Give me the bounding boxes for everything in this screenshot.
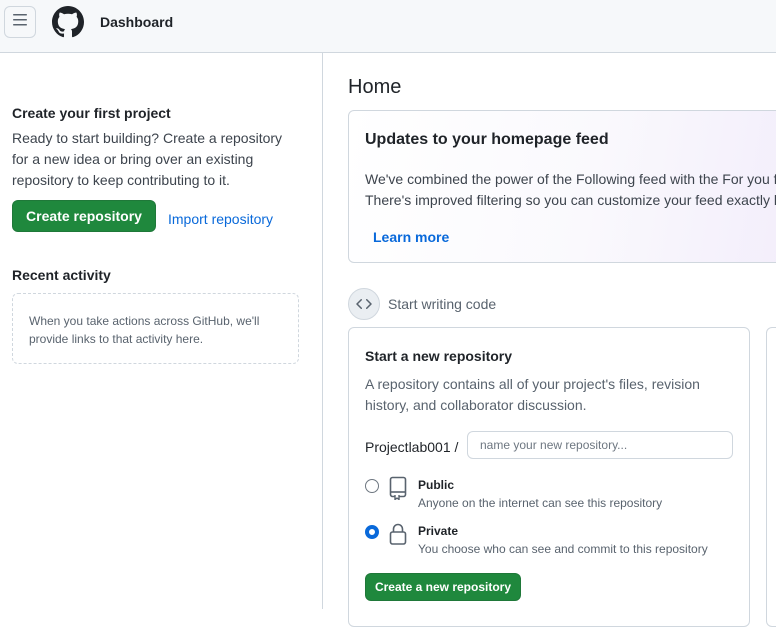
side-card bbox=[766, 327, 776, 627]
new-repository-description: A repository contains all of your projec… bbox=[365, 376, 700, 413]
private-radio[interactable] bbox=[365, 525, 379, 539]
public-description: Anyone on the internet can see this repo… bbox=[418, 496, 663, 510]
page-context-title[interactable]: Dashboard bbox=[100, 14, 173, 30]
start-writing-code-row: Start writing code bbox=[348, 288, 496, 320]
feed-updates-text-2: There's improved filtering so you can cu… bbox=[365, 192, 776, 208]
create-new-repository-button[interactable]: Create a new repository bbox=[365, 573, 521, 601]
new-repository-card: Start a new repository A repository cont… bbox=[348, 327, 750, 627]
feed-updates-card: Updates to your homepage feed We've comb… bbox=[348, 110, 776, 263]
public-radio[interactable] bbox=[365, 479, 379, 493]
lock-icon bbox=[388, 522, 408, 546]
first-project-description: Ready to start building? Create a reposi… bbox=[12, 130, 283, 188]
repo-icon bbox=[388, 476, 408, 501]
recent-activity-heading: Recent activity bbox=[12, 267, 111, 283]
public-visibility-option[interactable]: Public Anyone on the internet can see th… bbox=[365, 476, 735, 516]
repository-name-input[interactable] bbox=[467, 431, 733, 459]
private-label: Private bbox=[418, 524, 459, 538]
public-label: Public bbox=[418, 478, 455, 492]
new-repository-heading: Start a new repository bbox=[365, 348, 513, 364]
menu-button[interactable] bbox=[4, 6, 36, 38]
create-repository-button[interactable]: Create repository bbox=[12, 200, 156, 232]
github-logo-icon[interactable] bbox=[51, 6, 84, 38]
feed-updates-text-1: We've combined the power of the Followin… bbox=[365, 171, 776, 187]
start-writing-code-label: Start writing code bbox=[388, 296, 497, 312]
private-description: You choose who can see and commit to thi… bbox=[418, 542, 708, 556]
learn-more-link[interactable]: Learn more bbox=[373, 229, 449, 245]
top-header: Dashboard bbox=[0, 0, 776, 53]
home-heading: Home bbox=[348, 76, 402, 98]
code-icon bbox=[348, 288, 380, 320]
private-visibility-option[interactable]: Private You choose who can see and commi… bbox=[365, 522, 735, 562]
first-project-heading: Create your first project bbox=[12, 105, 171, 121]
recent-activity-empty-box: When you take actions across GitHub, we'… bbox=[12, 293, 299, 364]
hamburger-icon bbox=[12, 12, 28, 33]
repository-owner-label: Projectlab001 / bbox=[365, 439, 459, 455]
left-sidebar: Create your first project Ready to start… bbox=[0, 53, 323, 609]
feed-updates-title: Updates to your homepage feed bbox=[365, 131, 609, 148]
import-repository-link[interactable]: Import repository bbox=[168, 211, 273, 227]
